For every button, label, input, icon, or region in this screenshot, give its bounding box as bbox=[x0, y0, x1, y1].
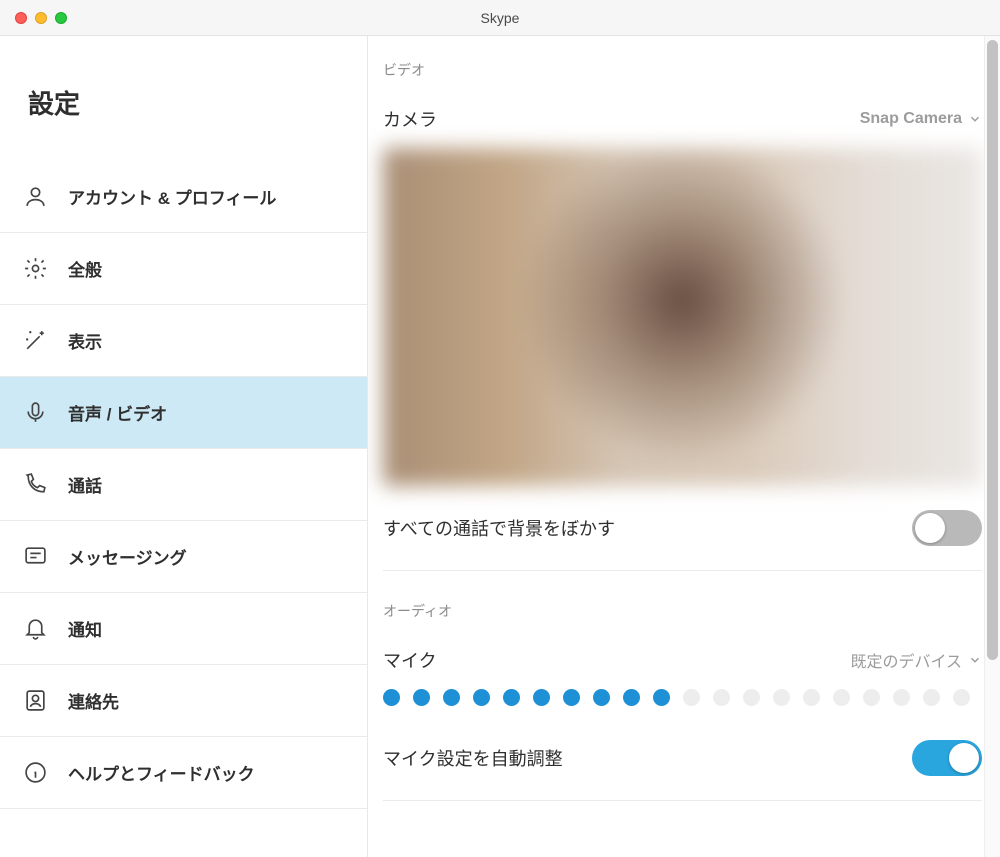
sidebar-item-calling[interactable]: 通話 bbox=[0, 449, 367, 521]
bell-icon bbox=[22, 616, 48, 642]
close-window-button[interactable] bbox=[15, 12, 27, 24]
auto-adjust-mic-toggle[interactable] bbox=[912, 740, 982, 776]
level-dot bbox=[383, 689, 400, 706]
contacts-icon bbox=[22, 688, 48, 714]
scrollbar-thumb[interactable] bbox=[987, 40, 998, 660]
scrollbar-track[interactable] bbox=[984, 36, 1000, 857]
wand-icon bbox=[22, 328, 48, 354]
microphone-row: マイク 既定のデバイス bbox=[383, 635, 982, 681]
level-dot bbox=[563, 689, 580, 706]
level-dot bbox=[653, 689, 670, 706]
level-dot bbox=[833, 689, 850, 706]
level-dot bbox=[533, 689, 550, 706]
phone-icon bbox=[22, 472, 48, 498]
camera-label: カメラ bbox=[383, 106, 437, 132]
level-dot bbox=[923, 689, 940, 706]
sidebar-item-label: 通知 bbox=[68, 616, 102, 641]
sidebar-item-audio-video[interactable]: 音声 / ビデオ bbox=[0, 377, 367, 449]
sidebar-item-notifications[interactable]: 通知 bbox=[0, 593, 367, 665]
divider bbox=[383, 570, 982, 571]
sidebar-item-contacts[interactable]: 連絡先 bbox=[0, 665, 367, 737]
level-dot bbox=[683, 689, 700, 706]
sidebar-item-messaging[interactable]: メッセージング bbox=[0, 521, 367, 593]
level-dot bbox=[893, 689, 910, 706]
sidebar-item-label: 連絡先 bbox=[68, 688, 119, 713]
level-dot bbox=[413, 689, 430, 706]
video-section-label: ビデオ bbox=[383, 60, 982, 90]
audio-section-label: オーディオ bbox=[383, 579, 982, 631]
camera-dropdown[interactable]: Snap Camera bbox=[860, 110, 982, 128]
microphone-level-meter bbox=[383, 681, 982, 712]
sidebar-item-general[interactable]: 全般 bbox=[0, 233, 367, 305]
level-dot bbox=[743, 689, 760, 706]
maximize-window-button[interactable] bbox=[55, 12, 67, 24]
level-dot bbox=[623, 689, 640, 706]
level-dot bbox=[503, 689, 520, 706]
level-dot bbox=[473, 689, 490, 706]
level-dot bbox=[773, 689, 790, 706]
chevron-down-icon bbox=[968, 112, 982, 126]
sidebar-item-label: アカウント & プロフィール bbox=[68, 184, 276, 209]
microphone-dropdown-value: 既定のデバイス bbox=[850, 648, 962, 672]
sidebar-item-account-profile[interactable]: アカウント & プロフィール bbox=[0, 161, 367, 233]
auto-adjust-mic-label: マイク設定を自動調整 bbox=[383, 745, 563, 771]
sidebar-item-label: ヘルプとフィードバック bbox=[68, 760, 255, 785]
sidebar-heading: 設定 bbox=[0, 36, 367, 161]
sidebar-item-label: 表示 bbox=[68, 328, 102, 353]
level-dot bbox=[443, 689, 460, 706]
microphone-dropdown[interactable]: 既定のデバイス bbox=[850, 648, 982, 672]
info-icon bbox=[22, 760, 48, 786]
sidebar-item-label: 通話 bbox=[68, 472, 102, 497]
microphone-label: マイク bbox=[383, 647, 437, 673]
microphone-icon bbox=[22, 400, 48, 426]
toggle-knob bbox=[949, 743, 979, 773]
minimize-window-button[interactable] bbox=[35, 12, 47, 24]
sidebar-list: アカウント & プロフィール 全般 表示 bbox=[0, 161, 367, 809]
window-title: Skype bbox=[0, 10, 1000, 26]
sidebar-item-appearance[interactable]: 表示 bbox=[0, 305, 367, 377]
message-icon bbox=[22, 544, 48, 570]
sidebar-item-label: 全般 bbox=[68, 256, 102, 281]
sidebar-item-help-feedback[interactable]: ヘルプとフィードバック bbox=[0, 737, 367, 809]
user-icon bbox=[22, 184, 48, 210]
level-dot bbox=[803, 689, 820, 706]
blur-background-row: すべての通話で背景をぼかす bbox=[383, 494, 982, 562]
main-panel: ビデオ カメラ Snap Camera すべての通話で背景をぼかす bbox=[368, 36, 1000, 857]
blur-background-toggle[interactable] bbox=[912, 510, 982, 546]
level-dot bbox=[863, 689, 880, 706]
camera-preview bbox=[383, 148, 982, 486]
sidebar: 設定 アカウント & プロフィール 全般 bbox=[0, 36, 368, 857]
divider bbox=[383, 800, 982, 801]
gear-icon bbox=[22, 256, 48, 282]
camera-dropdown-value: Snap Camera bbox=[860, 110, 962, 128]
level-dot bbox=[953, 689, 970, 706]
sidebar-item-label: メッセージング bbox=[68, 544, 187, 569]
toggle-knob bbox=[915, 513, 945, 543]
blur-background-label: すべての通話で背景をぼかす bbox=[383, 515, 615, 541]
camera-row: カメラ Snap Camera bbox=[383, 90, 982, 148]
sidebar-item-label: 音声 / ビデオ bbox=[68, 400, 167, 425]
chevron-down-icon bbox=[968, 653, 982, 667]
window-controls bbox=[15, 12, 67, 24]
auto-adjust-mic-row: マイク設定を自動調整 bbox=[383, 724, 982, 792]
titlebar: Skype bbox=[0, 0, 1000, 36]
level-dot bbox=[713, 689, 730, 706]
level-dot bbox=[593, 689, 610, 706]
